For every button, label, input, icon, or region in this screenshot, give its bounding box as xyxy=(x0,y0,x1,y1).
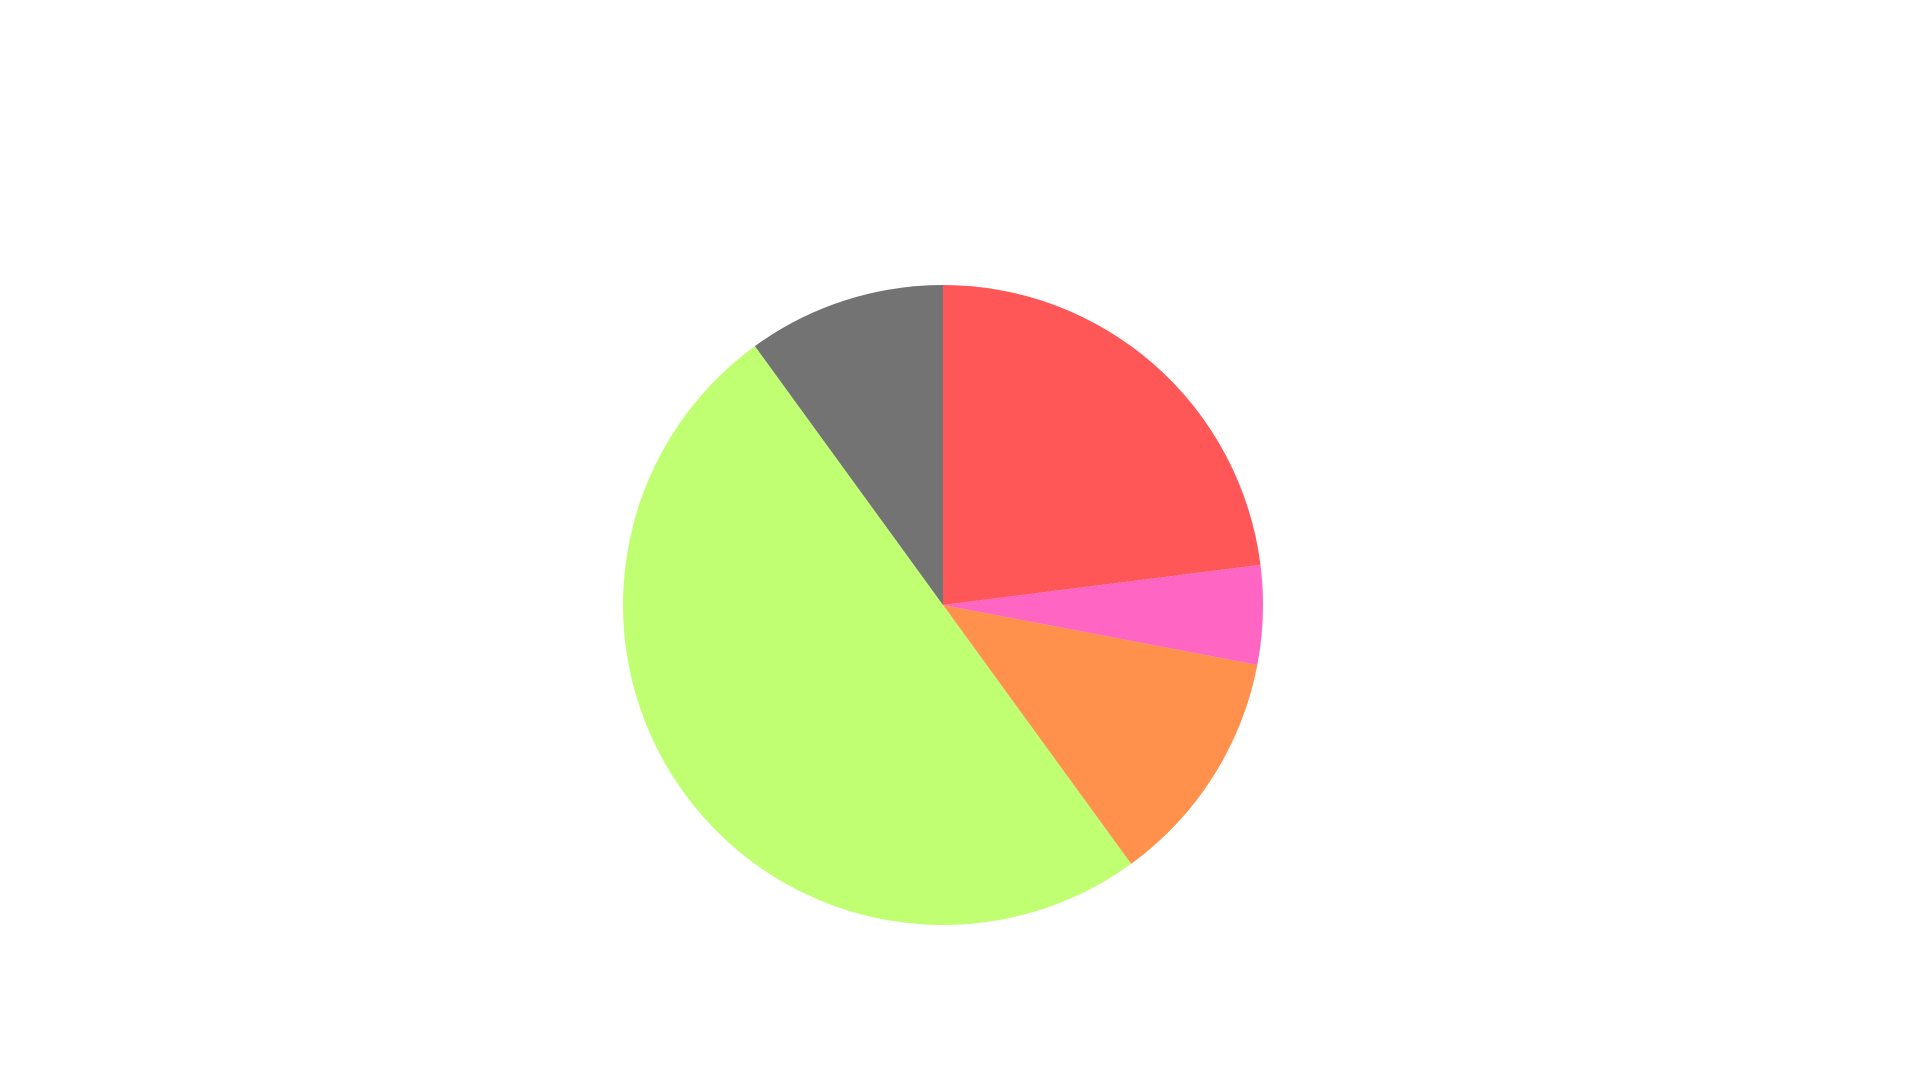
pie-chart xyxy=(0,0,1920,1080)
pie-slices xyxy=(623,285,1263,926)
pie-chart-svg xyxy=(623,285,1263,926)
pie-slice-1 xyxy=(943,285,1261,605)
